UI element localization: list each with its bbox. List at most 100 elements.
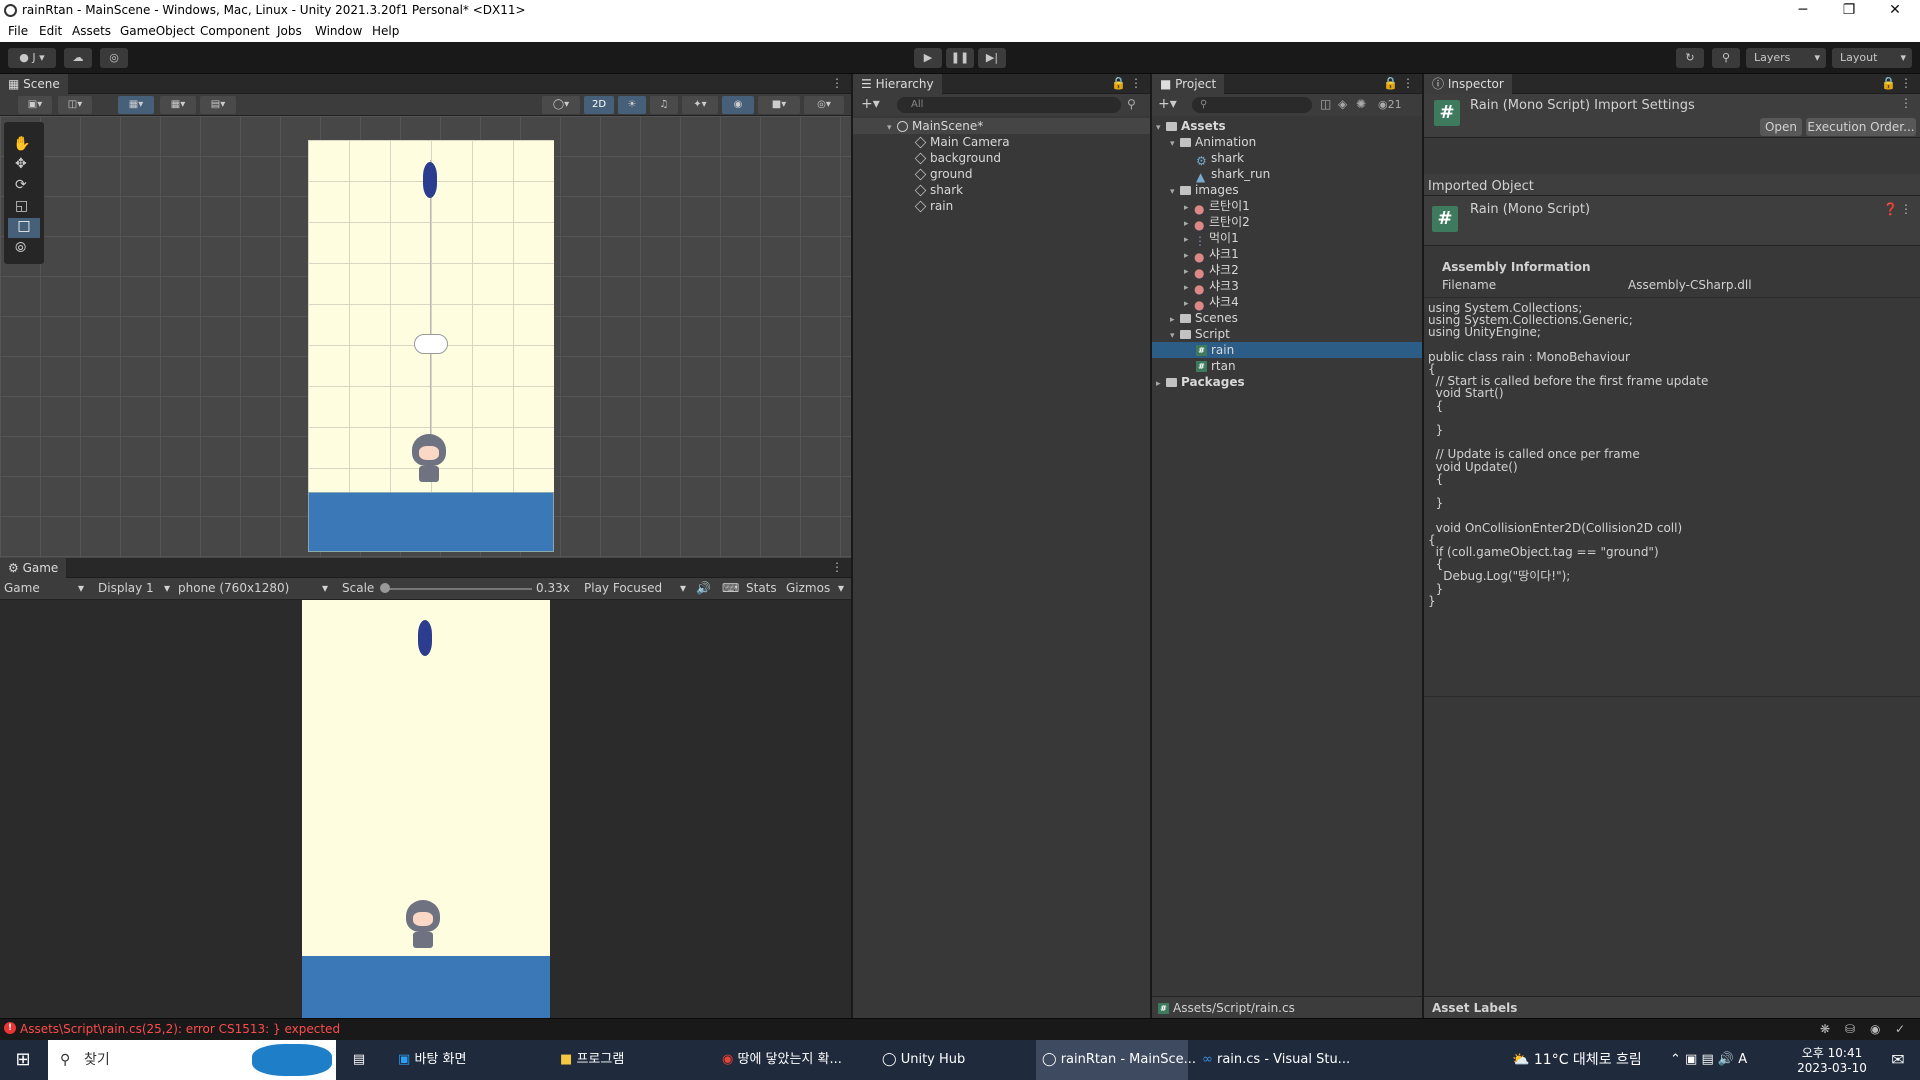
project-search-input[interactable]: ⚲ [1192, 97, 1312, 113]
stats-button[interactable]: Stats [746, 581, 777, 595]
lighting-icon[interactable]: ☀ [618, 96, 646, 114]
help-icon[interactable]: ❓ [1883, 202, 1898, 216]
folder-script[interactable]: ▾ Script [1152, 326, 1422, 342]
folder-animation[interactable]: ▾ Animation [1152, 134, 1422, 150]
scene-viewport[interactable]: ✋ ✥ ⟳ ◱ □ ⦾ [0, 116, 851, 558]
minimize-button[interactable]: ─ [1780, 0, 1826, 22]
main-camera-gizmo-icon[interactable] [414, 334, 448, 354]
rect-tool-icon[interactable]: □ [8, 218, 40, 238]
search-by-type-icon[interactable]: ◫ [1320, 97, 1331, 111]
tab-scene[interactable]: ▦ Scene [0, 74, 68, 94]
asset-image-2[interactable]: ▸ ● 르탄이2 [1152, 214, 1422, 232]
history-icon[interactable]: ↻ [1676, 48, 1704, 68]
render-dropdown[interactable]: ◯▾ [542, 96, 580, 114]
system-tray-icons[interactable]: ⌃ ▣ ▤ 🔊 A [1670, 1040, 1770, 1080]
kebab-menu-icon[interactable]: ⋮ [1900, 96, 1912, 110]
draw-mode-dropdown[interactable]: ▣▾ [18, 96, 52, 114]
ruler-dropdown[interactable]: ▤▾ [200, 96, 236, 114]
asset-image-3[interactable]: ▸ ⋮ 먹이1 [1152, 230, 1422, 248]
effects-dropdown[interactable]: ✦▾ [682, 96, 718, 114]
mute-audio-icon[interactable]: 🔊 [696, 581, 711, 595]
close-button[interactable]: ✕ [1872, 0, 1918, 22]
tab-hierarchy[interactable]: ☰ Hierarchy [853, 74, 942, 94]
grid-snap-dropdown[interactable]: ▦▾ [118, 96, 154, 114]
lock-icon[interactable]: 🔒 [1881, 76, 1896, 90]
hierarchy-scene-item[interactable]: ▾ MainScene* [853, 118, 1150, 134]
asset-image-7[interactable]: ▸ ● 샤크4 [1152, 294, 1422, 312]
bug-icon[interactable]: ❋ [1820, 1022, 1830, 1036]
menu-window[interactable]: Window [315, 24, 362, 38]
rotate-tool-icon[interactable]: ⟳ [15, 177, 27, 193]
ground-sprite[interactable] [308, 492, 554, 552]
cloud-icon[interactable]: ☁ [64, 48, 92, 68]
folder-assets[interactable]: ▾ Assets [1152, 118, 1422, 134]
hidden-packages-counter[interactable]: ◉21 [1378, 98, 1402, 111]
execution-order-button[interactable]: Execution Order... [1806, 118, 1916, 136]
hierarchy-search-input[interactable]: All [897, 97, 1121, 113]
asset-script-rtan[interactable]: # rtan [1152, 358, 1422, 374]
kebab-menu-icon[interactable]: ⋮ [1402, 76, 1414, 90]
transform-tool-icon[interactable]: ⦾ [15, 240, 26, 256]
tab-game[interactable]: ⚙ Game [0, 558, 67, 578]
notification-icon[interactable]: ✉ [1878, 1040, 1918, 1080]
camera-dropdown[interactable]: ■▾ [758, 96, 800, 114]
menu-jobs[interactable]: Jobs [277, 24, 302, 38]
taskbar-item-programs[interactable]: ■ 프로그램 [554, 1040, 704, 1080]
game-viewport[interactable] [0, 600, 851, 1018]
clock[interactable]: 오후 10:41 2023-03-10 [1794, 1044, 1870, 1075]
gizmos-dropdown[interactable]: ◎▾ [804, 96, 844, 114]
menu-component[interactable]: Component [200, 24, 270, 38]
resolution-dropdown[interactable]: phone (760x1280) ▾ [178, 581, 332, 595]
lock-icon[interactable]: 🔒 [1383, 76, 1398, 90]
step-button[interactable]: ▶| [978, 48, 1006, 68]
weather-widget[interactable]: ⛅ 11°C 대체로 흐림 [1512, 1040, 1662, 1080]
asset-anim-shark-run[interactable]: ▲ shark_run [1152, 166, 1422, 184]
taskbar-search-box[interactable]: ⚲ 찾기 [48, 1040, 336, 1080]
collab-icon[interactable]: ◎ [100, 48, 128, 68]
taskbar-item-desktop[interactable]: ▣ 바탕 화면 [392, 1040, 542, 1080]
lock-icon[interactable]: 🔒 [1111, 76, 1126, 90]
tab-inspector[interactable]: ⓘ Inspector [1424, 74, 1512, 94]
kebab-menu-icon[interactable]: ⋮ [831, 76, 843, 90]
menu-gameobject[interactable]: GameObject [120, 24, 195, 38]
layers-dropdown[interactable]: Layers ▾ [1746, 48, 1826, 68]
move-tool-icon[interactable]: ✥ [15, 156, 27, 172]
maximize-button[interactable]: ❐ [1826, 0, 1872, 22]
kebab-menu-icon[interactable]: ⋮ [1130, 76, 1142, 90]
cache-server-icon[interactable]: ⛁ [1845, 1022, 1855, 1036]
asset-image-5[interactable]: ▸ ● 샤크2 [1152, 262, 1422, 280]
snap-increment-dropdown[interactable]: ▦▾ [160, 96, 196, 114]
hierarchy-item-background[interactable]: background [853, 150, 1150, 166]
kebab-menu-icon[interactable]: ⋮ [1900, 202, 1912, 216]
asset-image-1[interactable]: ▸ ● 르탄이1 [1152, 198, 1422, 216]
view-dropdown[interactable]: Game ▾ [4, 581, 88, 595]
2d-toggle-button[interactable]: 2D [584, 96, 614, 114]
shading-dropdown[interactable]: ◫▾ [58, 96, 92, 114]
taskbar-item-chrome[interactable]: ◉ 땅에 닿았는지 확... [716, 1040, 866, 1080]
hierarchy-item-ground[interactable]: ground [853, 166, 1150, 182]
menu-file[interactable]: File [8, 24, 28, 38]
shortcuts-icon[interactable]: ⌨ [722, 581, 739, 595]
auto-refresh-icon[interactable]: ◉ [1870, 1022, 1880, 1036]
scale-slider-handle[interactable] [380, 583, 390, 593]
play-mode-dropdown[interactable]: Play Focused ▾ [584, 581, 690, 595]
windows-start-icon[interactable]: ⊞ [0, 1040, 46, 1080]
kebab-menu-icon[interactable]: ⋮ [831, 560, 843, 574]
search-icon[interactable]: ⚲ [1712, 48, 1740, 68]
console-error-message[interactable]: Assets\Script\rain.cs(25,2): error CS151… [20, 1022, 340, 1036]
folder-images[interactable]: ▾ images [1152, 182, 1422, 198]
taskbar-item-visual-studio[interactable]: ∞ rain.cs - Visual Stu... [1196, 1040, 1350, 1080]
folder-packages[interactable]: ▸ Packages [1152, 374, 1422, 390]
gizmos-dropdown[interactable]: Gizmos ▾ [786, 581, 848, 595]
visibility-icon[interactable]: ◉ [722, 96, 754, 114]
progress-icon[interactable]: ✓ [1895, 1022, 1905, 1036]
favorite-icon[interactable]: ✺ [1356, 97, 1366, 111]
taskbar-item-unity-hub[interactable]: ◯ Unity Hub [876, 1040, 1026, 1080]
audio-icon[interactable]: ♫ [650, 96, 678, 114]
scale-slider[interactable] [382, 588, 532, 590]
layout-dropdown[interactable]: Layout ▾ [1832, 48, 1912, 68]
rain-fish-sprite[interactable] [423, 162, 437, 198]
asset-animator-shark[interactable]: ⚙ shark [1152, 150, 1422, 168]
task-view-icon[interactable]: ▤ [344, 1040, 374, 1080]
asset-script-rain[interactable]: # rain [1152, 342, 1422, 358]
